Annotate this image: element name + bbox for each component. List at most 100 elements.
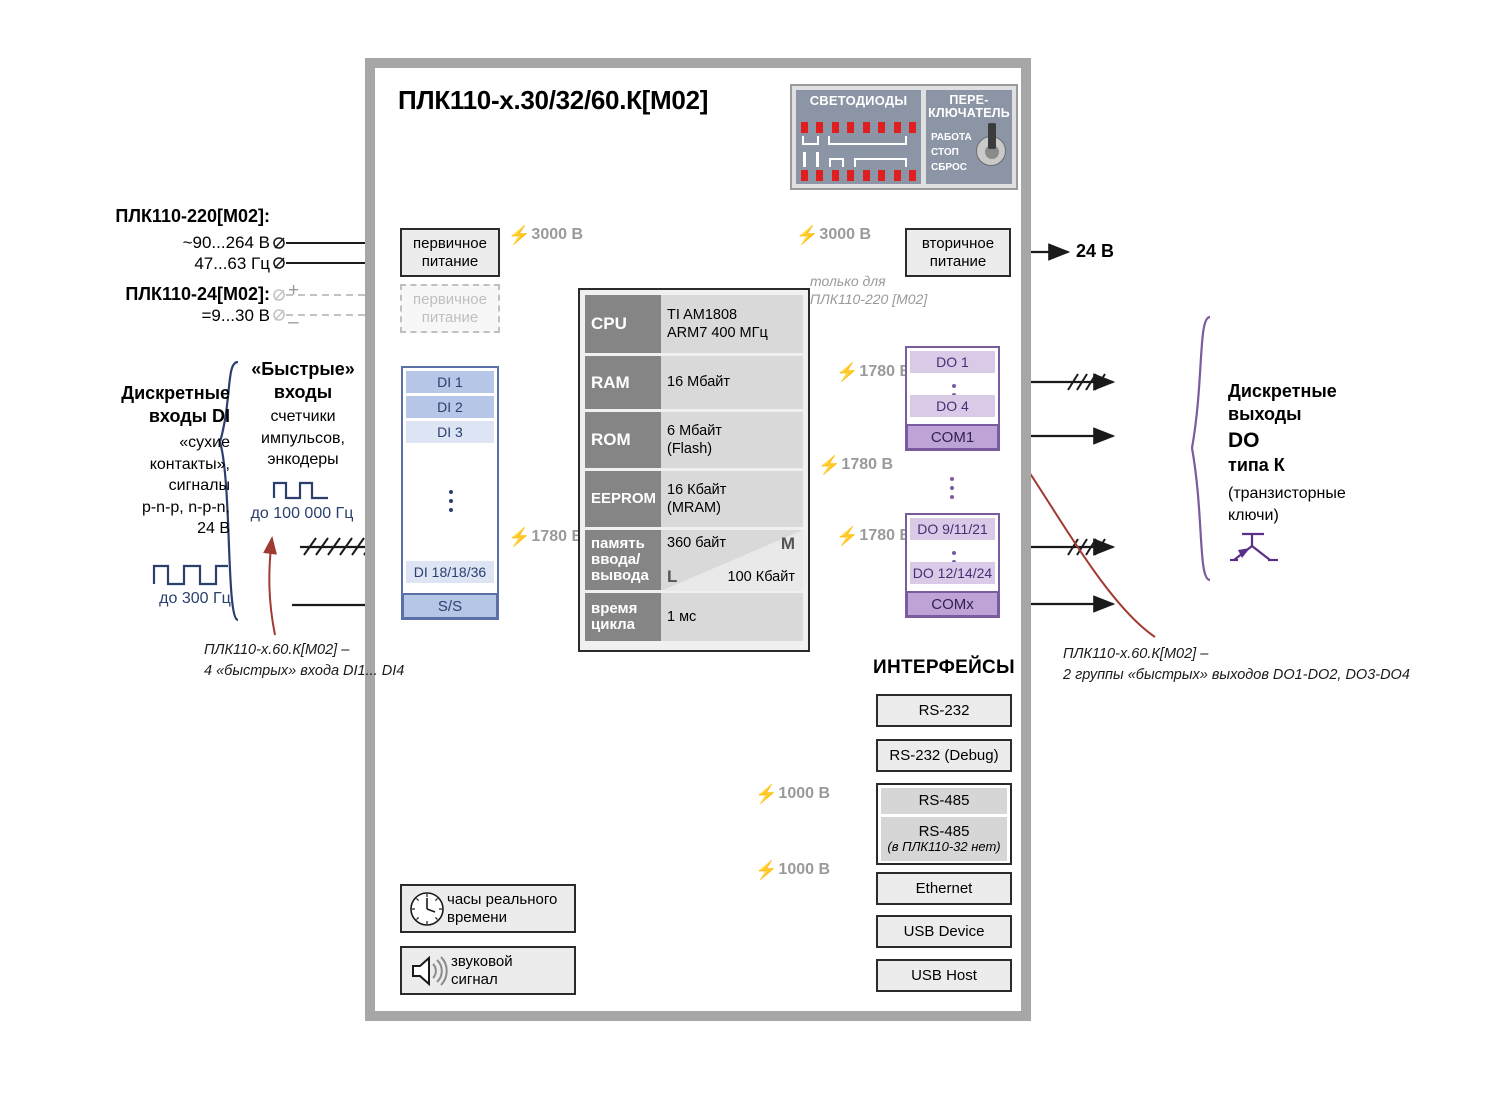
cpu-value-line1: 6 Мбайт [667,422,722,439]
power-220-frequency: 47...63 Гц [194,254,270,273]
led [801,122,808,133]
buzzer-block: звуковой сигнал [400,946,576,995]
cpu-module: CPU TI AM1808 ARM7 400 МГц RAM 16 Мбайт … [578,288,810,652]
cpu-row-eeprom: EEPROM 16 Кбайт (MRAM) [585,471,803,527]
primary-power-24v-line2: питание [421,308,479,326]
cpu-value-line2: ARM7 400 МГц [667,325,768,341]
interface-rs485-group: RS-485 RS-485 (в ПЛК110-32 нет) [876,783,1012,865]
do-title-line4: типа К [1228,455,1285,476]
do-cell-first: DO 1 [910,351,995,373]
diagram-canvas: ПЛК110-x.30/32/60.К[М02] СВЕТОДИОДЫ ПЕРЕ… [0,0,1500,1111]
led [816,170,824,181]
transistor-symbol-icon [1230,532,1278,562]
do-common-terminal-2: COMx [906,591,999,617]
do-cell-last: DO 4 [910,395,995,417]
cpu-value-line1: TI AM1808 [667,306,738,323]
do-terminal-block-1: DO 1 DO 4 COM1 [905,346,1000,451]
leds-section: СВЕТОДИОДЫ [796,90,921,184]
io-key-line2: ввода/ [591,551,641,569]
led [801,170,808,181]
do-group-title: Дискретные выходы DO типа К [1228,380,1337,477]
led [831,122,839,133]
led-row-bottom [801,170,916,181]
secondary-power-output: 24 В [1076,241,1115,261]
lightning-icon: ⚡ [836,362,859,382]
page-title: ПЛК110-x.30/32/60.К[М02] [398,85,709,115]
di-note: ПЛК110-x.60.К[М02] – 4 «быстрых» входа D… [204,640,404,682]
note-line1: только для [810,273,886,289]
fast-desc-line2: импульсов, [261,429,345,447]
di-title-line1: Дискретные [121,383,230,403]
cpu-row-ram: RAM 16 Мбайт [585,356,803,409]
rtc-label: часы реального времени [447,891,557,927]
front-panel: СВЕТОДИОДЫ ПЕРЕ- КЛЮЧАТЕЛЬ РАБОТА СТОП С… [790,84,1018,190]
panel-marking [905,158,907,167]
cpu-row-value: 1 мс [661,593,803,641]
interface-rs485-2: RS-485 (в ПЛК110-32 нет) [881,817,1007,861]
primary-power-block-24v: первичное питание [400,284,500,333]
isolation-do1-1780v: ⚡ 1780 В [836,363,911,381]
primary-power-block: первичное питание [400,228,500,277]
clock-icon [410,891,444,926]
di-group-title: Дискретные входы DI [60,382,230,429]
slow-pulse-waveform-icon [152,564,228,586]
lightning-icon: ⚡ [755,784,778,804]
di-note-line2: 4 «быстрых» входа DI1... DI4 [204,663,405,680]
led [878,170,886,181]
do-desc-line1: (транзисторные [1228,485,1346,502]
leds-heading: СВЕТОДИОДЫ [809,93,908,108]
power-220-title: ПЛК110-220[М02]: [115,206,270,226]
lightning-icon: ⚡ [818,455,841,475]
do-common-terminal-1: COM1 [906,424,999,450]
switch-heading-line2: КЛЮЧАТЕЛЬ [928,106,1010,121]
di-cell-last: DI 18/18/36 [406,561,494,583]
do-block-ellipsis [950,477,954,499]
panel-marking [905,136,907,145]
isolation-value: 1780 В [859,527,912,544]
di-description: «сухие контакты», сигналы p-n-p, n-p-n, … [60,432,230,540]
di-common-terminal: S/S [402,593,498,619]
cpu-value-line2: (Flash) [667,441,713,457]
mode-switch-section[interactable]: ПЕРЕ- КЛЮЧАТЕЛЬ РАБОТА СТОП СБРОС [926,90,1012,184]
led [847,122,855,133]
power-24-title: ПЛК110-24[М02]: [125,284,270,304]
di-terminal-block: DI 1 DI 2 DI 3 DI 18/18/36 S/S [401,366,499,620]
lightning-icon: ⚡ [796,225,819,245]
di-cell: DI 1 [406,371,494,393]
panel-marking [816,152,819,167]
secondary-power-line1: вторичное [921,235,995,253]
cycle-key-line1: время [591,600,638,618]
di-slow-frequency: до 300 Гц [159,590,231,607]
cpu-row-key: EEPROM [585,471,661,527]
do-cell-last: DO 12/14/24 [910,562,995,584]
rtc-line1: часы реального [447,890,558,908]
isolation-ethernet-1000v: ⚡ 1000 В [755,861,830,879]
led [847,170,855,181]
isolation-value: 1780 В [841,456,894,473]
do-note-line2: 2 группы «быстрых» выходов DO1-DO2, DO3-… [1063,667,1410,684]
cpu-row-key: ROM [585,412,661,468]
buzzer-label: звуковой сигнал [451,953,513,989]
secondary-power-block: вторичное питание [905,228,1011,277]
led [862,170,870,181]
di-cell: DI 3 [406,421,494,443]
primary-power-24v-line1: первичное [413,291,487,309]
isolation-value: 3000 В [531,226,584,243]
speaker-icon [412,955,448,986]
isolation-3000v-right: ⚡ 3000 В [796,226,871,244]
led [831,170,839,181]
switch-position-stop: СТОП [931,147,959,158]
di-fast-frequency: до 100 000 Гц [250,505,354,522]
cpu-row-io-memory: память ввода/ вывода 360 байт M L 100 Кб… [585,530,803,591]
isolation-3000v-left: ⚡ 3000 В [508,226,583,244]
do-terminal-block-2: DO 9/11/21 DO 12/14/24 COMx [905,513,1000,618]
rotary-switch-knob[interactable] [976,123,1006,166]
panel-marking [842,158,844,167]
isolation-value: 1000 В [778,785,831,802]
power-220-voltage: ~90...264 В [182,233,270,252]
isolation-value: 1000 В [778,861,831,878]
cycle-time-value: 1 мс [667,608,697,625]
cpu-row-cpu: CPU TI AM1808 ARM7 400 МГц [585,295,803,353]
do-description: (транзисторные ключи) [1228,483,1346,526]
cycle-key-line2: цикла [591,616,636,633]
